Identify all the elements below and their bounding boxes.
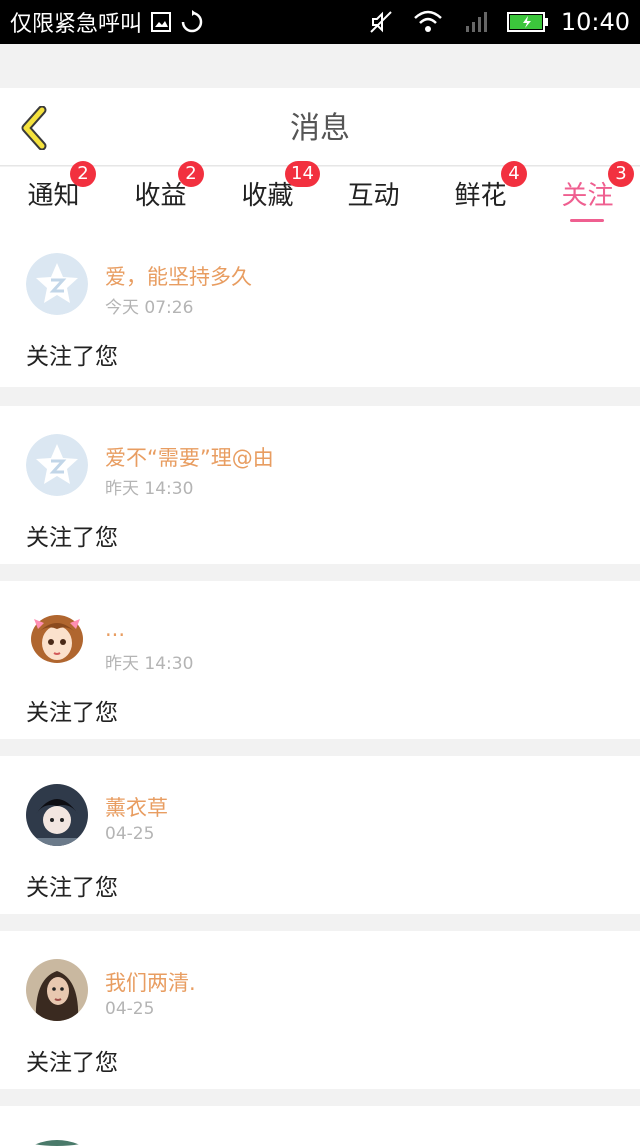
active-tab-indicator [570,219,604,222]
tab-flowers[interactable]: 鲜花 4 [427,161,534,225]
timestamp: 04-25 [105,999,155,1019]
list-item[interactable] [0,1106,640,1146]
user-name[interactable]: 爱，能坚持多久 [105,261,252,291]
user-name[interactable]: ... [105,617,125,641]
page-title: 消息 [290,111,350,146]
cartoon-girl-avatar[interactable] [26,609,88,671]
clock: 10:40 [560,8,630,36]
list-item[interactable]: 爱，能坚持多久 今天 07:26 关注了您 [0,225,640,387]
image-icon [150,11,172,33]
badge-count: 2 [70,161,96,187]
timestamp: 昨天 14:30 [105,654,194,674]
status-bar: 仅限紧急呼叫 10:40 [0,0,640,44]
mute-icon [369,10,393,34]
nav-header: 消息 [0,88,640,166]
default-avatar[interactable] [26,434,88,496]
timestamp: 04-25 [105,824,155,844]
tab-earnings[interactable]: 收益 2 [107,161,214,225]
battery-icon [506,11,549,33]
tab-favorites[interactable]: 收藏 14 [214,161,321,225]
badge-count: 14 [285,161,320,187]
message-text: 关注了您 [26,1050,118,1076]
tab-notifications[interactable]: 通知 2 [0,161,107,225]
tab-following[interactable]: 关注 3 [534,161,640,225]
timestamp: 昨天 14:30 [105,479,194,499]
badge-count: 2 [178,161,204,187]
tab-label: 互动 [347,181,400,211]
list-item[interactable]: 薰衣草 04-25 关注了您 [0,756,640,914]
photo-avatar[interactable] [26,784,88,846]
photo-avatar[interactable] [26,959,88,1021]
message-text: 关注了您 [26,700,118,726]
signal-icon [463,10,487,34]
message-text: 关注了您 [26,344,118,370]
message-text: 关注了您 [26,875,118,901]
tab-interactions[interactable]: 互动 [320,167,427,225]
user-name[interactable]: 爱不“需要”理@由 [105,442,274,472]
user-name[interactable]: 薰衣草 [105,792,168,822]
sync-icon [180,10,204,34]
wifi-icon [413,10,443,34]
badge-count: 4 [501,161,527,187]
timestamp: 今天 07:26 [105,298,194,318]
user-name[interactable]: 我们两清. [105,967,196,997]
tab-bar: 通知 2 收益 2 收藏 14 互动 鲜花 4 关注 3 [0,161,640,225]
default-avatar[interactable] [26,253,88,315]
photo-avatar[interactable] [26,1134,88,1146]
list-item[interactable]: ... 昨天 14:30 关注了您 [0,581,640,739]
list-item[interactable]: 我们两清. 04-25 关注了您 [0,931,640,1089]
message-text: 关注了您 [26,525,118,551]
carrier-text: 仅限紧急呼叫 [10,12,143,37]
list-item[interactable]: 爱不“需要”理@由 昨天 14:30 关注了您 [0,406,640,564]
badge-count: 3 [608,161,634,187]
